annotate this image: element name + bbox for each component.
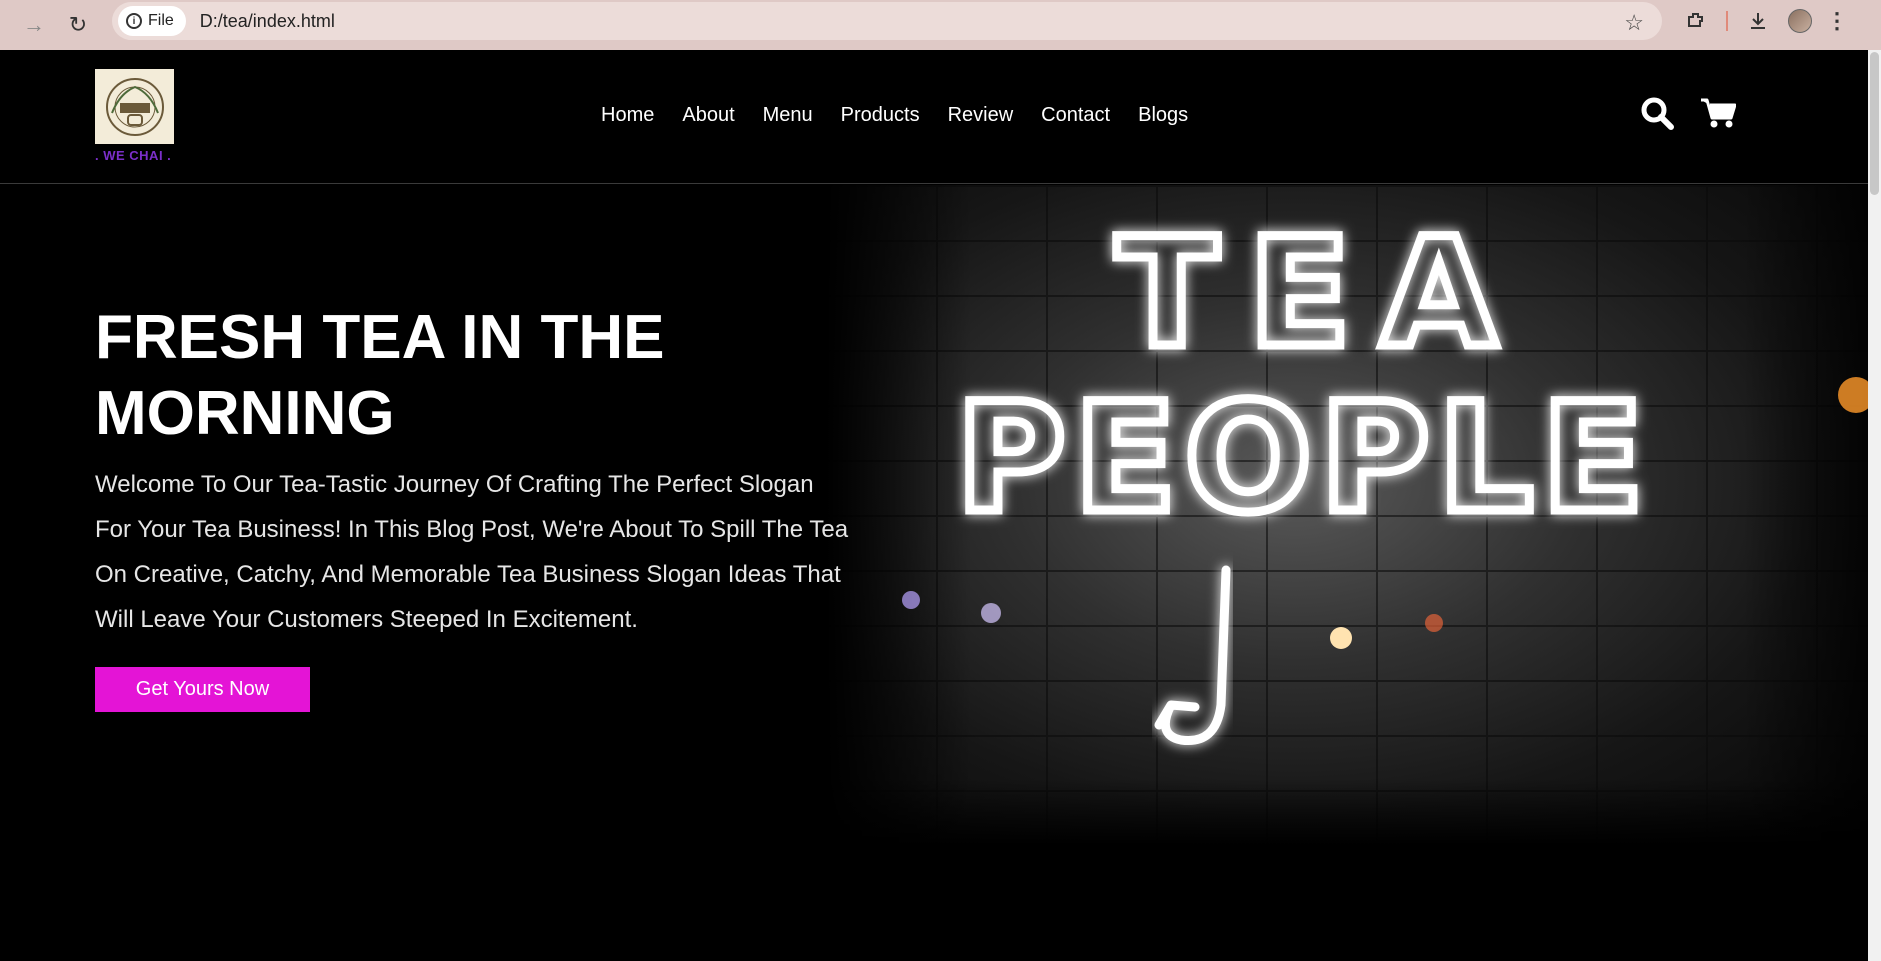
- forward-icon[interactable]: →: [14, 5, 54, 45]
- logo[interactable]: [95, 69, 174, 144]
- neon-word-tea: TEA: [1116, 207, 1527, 381]
- get-yours-now-button[interactable]: Get Yours Now: [95, 667, 310, 712]
- hero-description: Welcome To Our Tea-Tastic Journey Of Cra…: [95, 471, 849, 633]
- nav-home[interactable]: Home: [601, 104, 654, 127]
- browser-toolbar: → ↻ i File D:/tea/index.html ☆ ⋮: [0, 0, 1881, 50]
- main-nav: Home About Menu Products Review Contact …: [601, 104, 1188, 127]
- nav-products[interactable]: Products: [841, 104, 920, 127]
- download-icon[interactable]: [1742, 5, 1774, 37]
- search-icon[interactable]: [1640, 96, 1674, 130]
- nav-menu[interactable]: Menu: [763, 104, 813, 127]
- info-icon: i: [126, 13, 142, 29]
- cart-icon[interactable]: [1700, 97, 1736, 129]
- neon-sign: TEA PEOPLE: [902, 203, 1868, 746]
- logo-tagline: . WE CHAI .: [95, 148, 172, 163]
- logo-emblem: [105, 77, 164, 136]
- scrollbar-thumb[interactable]: [1870, 52, 1879, 195]
- nav-about[interactable]: About: [682, 104, 734, 127]
- neon-word-people: PEOPLE: [956, 372, 1652, 546]
- more-icon[interactable]: ⋮: [1826, 8, 1848, 34]
- nav-contact[interactable]: Contact: [1041, 104, 1110, 127]
- nav-review[interactable]: Review: [948, 104, 1014, 127]
- star-icon[interactable]: ☆: [1624, 10, 1644, 36]
- page-scrollbar[interactable]: [1868, 50, 1881, 961]
- hero-title: FRESH TEA IN THE MORNING: [95, 303, 665, 448]
- address-bar[interactable]: i File D:/tea/index.html ☆: [112, 2, 1662, 40]
- profile-avatar[interactable]: [1788, 9, 1812, 33]
- site-header: . WE CHAI . Home About Menu Products Rev…: [0, 50, 1868, 184]
- nav-blogs[interactable]: Blogs: [1138, 104, 1188, 127]
- url-text[interactable]: D:/tea/index.html: [200, 11, 335, 32]
- hero-image: TEA PEOPLE: [826, 185, 1868, 845]
- site-info-chip[interactable]: i File: [118, 6, 186, 36]
- reload-icon[interactable]: ↻: [58, 5, 98, 45]
- toolbar-divider: [1726, 11, 1728, 31]
- site-info-label: File: [148, 12, 174, 29]
- extensions-icon[interactable]: [1680, 5, 1712, 37]
